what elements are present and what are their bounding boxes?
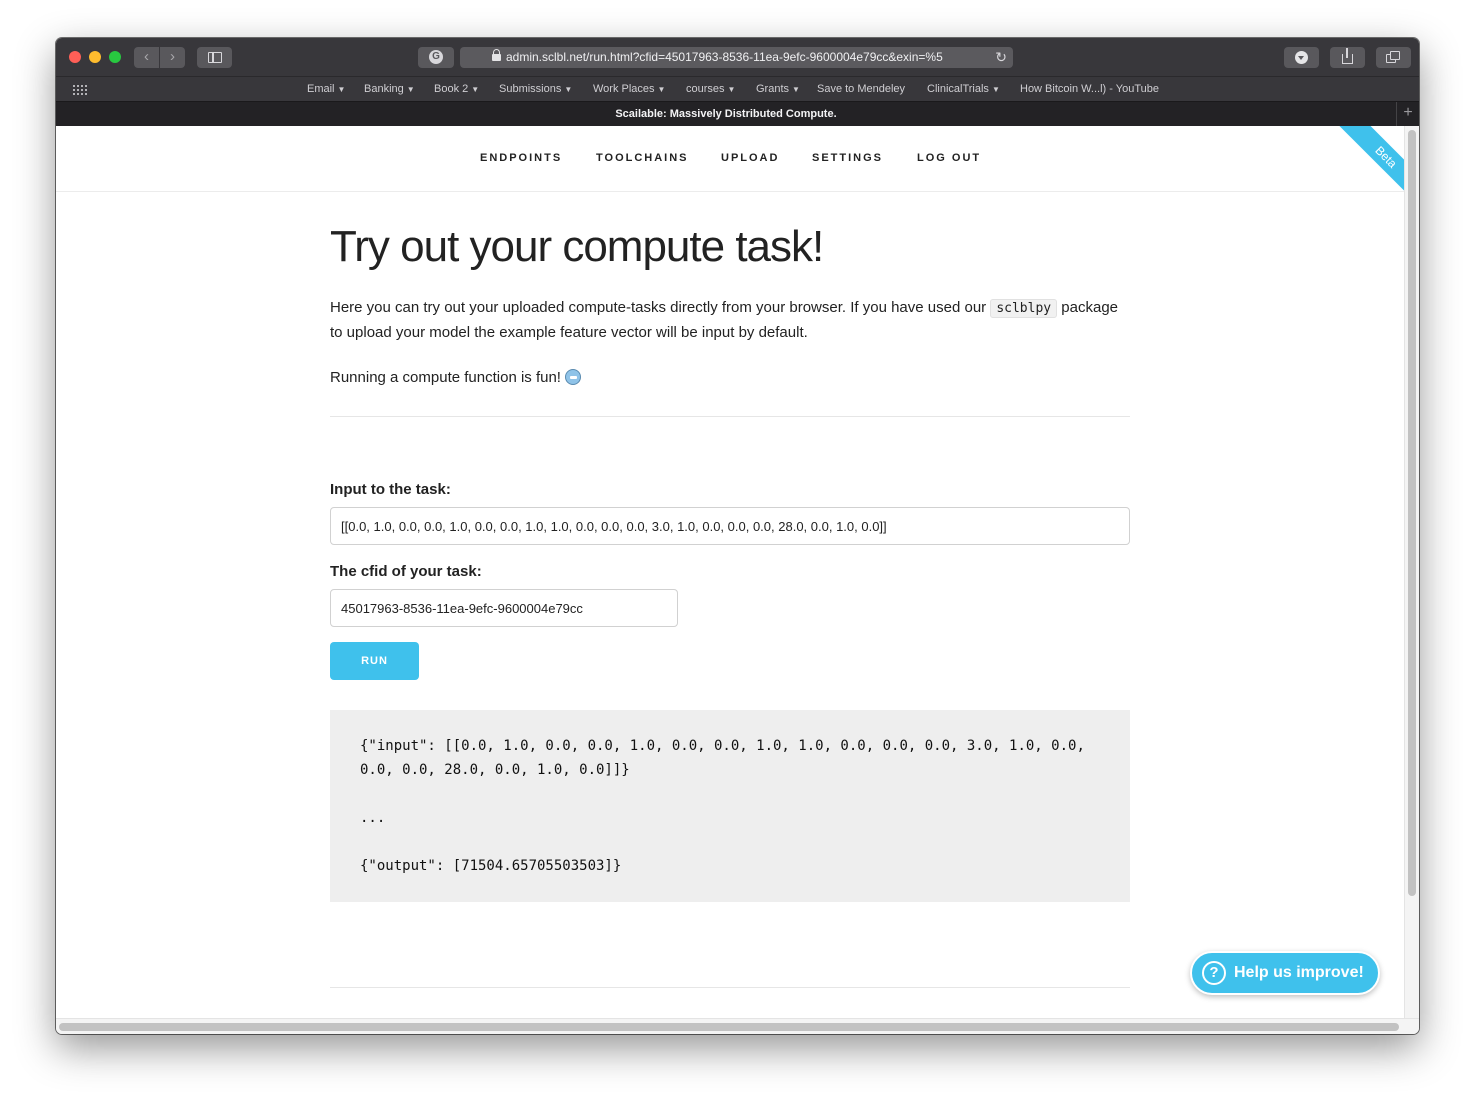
divider	[330, 416, 1130, 417]
favorite-clinicaltrials[interactable]: ClinicalTrials ▼	[927, 77, 1000, 102]
vertical-scroll-thumb[interactable]	[1408, 130, 1416, 896]
favorite-courses[interactable]: courses ▼	[686, 77, 735, 102]
robot-icon	[564, 369, 581, 385]
chevron-down-icon: ▼	[657, 85, 666, 94]
maximize-window-button[interactable]	[109, 51, 121, 63]
package-name-code: sclblpy	[990, 299, 1058, 318]
favorite-email[interactable]: Email ▼	[307, 77, 345, 102]
forward-button[interactable]: ›	[160, 47, 185, 68]
favorite-submissions[interactable]: Submissions ▼	[499, 77, 572, 102]
cfid-input-field[interactable]	[330, 589, 678, 627]
chevron-down-icon: ▼	[991, 85, 1000, 94]
grid-icon[interactable]	[72, 84, 87, 95]
horizontal-scroll-thumb[interactable]	[59, 1023, 1399, 1031]
favorite-save-to-mendeley[interactable]: Save to Mendeley	[817, 77, 905, 102]
url-text: admin.sclbl.net/run.html?cfid=45017963-8…	[506, 50, 943, 64]
help-label: Help us improve!	[1234, 964, 1364, 981]
new-tab-button[interactable]: +	[1396, 102, 1419, 126]
favorite-book-2[interactable]: Book 2 ▼	[434, 77, 479, 102]
share-button[interactable]	[1330, 47, 1365, 68]
grammarly-icon: G	[429, 50, 443, 64]
chevron-right-icon: ›	[170, 48, 175, 65]
favorite-grants[interactable]: Grants ▼	[756, 77, 800, 102]
run-button[interactable]: RUN	[330, 642, 419, 680]
output-result-line: {"output": [71504.65705503503]}	[360, 858, 622, 874]
browser-window: ‹ › G admin.sclbl.net/run.html?cfid=4501…	[56, 38, 1419, 1034]
vertical-scrollbar[interactable]	[1404, 126, 1419, 1018]
nav-toolchains[interactable]: TOOLCHAINS	[596, 152, 689, 164]
minimize-window-button[interactable]	[89, 51, 101, 63]
favorites-bar: Email ▼ Banking ▼ Book 2 ▼ Submissions ▼ Wor…	[56, 76, 1419, 101]
cfid-label: The cfid of your task:	[330, 563, 482, 580]
input-label: Input to the task:	[330, 481, 451, 498]
downloads-button[interactable]	[1284, 47, 1319, 68]
browser-toolbar: ‹ › G admin.sclbl.net/run.html?cfid=4501…	[56, 38, 1419, 76]
web-page: ENDPOINTS TOOLCHAINS UPLOAD SETTINGS LOG…	[56, 126, 1404, 1018]
output-panel: {"input": [[0.0, 1.0, 0.0, 0.0, 1.0, 0.0…	[330, 710, 1130, 902]
plus-icon: +	[1403, 104, 1413, 121]
nav-endpoints[interactable]: ENDPOINTS	[480, 152, 562, 164]
back-button[interactable]: ‹	[134, 47, 159, 68]
lock-icon	[492, 49, 501, 61]
chevron-down-icon: ▼	[727, 85, 736, 94]
chevron-down-icon: ▼	[471, 85, 480, 94]
site-navigation: ENDPOINTS TOOLCHAINS UPLOAD SETTINGS LOG…	[56, 126, 1404, 192]
sidebar-icon	[208, 52, 222, 63]
chevron-down-icon: ▼	[564, 85, 573, 94]
share-icon	[1342, 48, 1353, 64]
chevron-down-icon: ▼	[406, 85, 415, 94]
fun-text: Running a compute function is fun!	[330, 369, 581, 386]
reload-icon[interactable]: ↻	[995, 47, 1007, 68]
divider	[330, 987, 1130, 988]
tab-overview-button[interactable]	[1376, 47, 1411, 68]
page-title: Try out your compute task!	[330, 222, 824, 271]
favorite-work-places[interactable]: Work Places ▼	[593, 77, 665, 102]
address-bar[interactable]: admin.sclbl.net/run.html?cfid=45017963-8…	[460, 47, 1013, 68]
chevron-left-icon: ‹	[144, 48, 149, 65]
output-ellipsis: ...	[360, 810, 386, 826]
download-icon	[1295, 51, 1308, 64]
help-us-improve-button[interactable]: ? Help us improve!	[1190, 951, 1380, 995]
tab-bar: Scailable: Massively Distributed Compute…	[56, 101, 1419, 126]
task-input-field[interactable]	[330, 507, 1130, 545]
close-window-button[interactable]	[69, 51, 81, 63]
extension-button[interactable]: G	[418, 47, 454, 68]
chevron-down-icon: ▼	[792, 85, 800, 94]
sidebar-toggle-button[interactable]	[197, 47, 232, 68]
intro-paragraph: Here you can try out your uploaded compu…	[330, 299, 1119, 341]
active-tab[interactable]: Scailable: Massively Distributed Compute…	[56, 102, 1396, 126]
favorite-banking[interactable]: Banking ▼	[364, 77, 415, 102]
nav-log-out[interactable]: LOG OUT	[917, 152, 981, 164]
nav-settings[interactable]: SETTINGS	[812, 152, 883, 164]
chevron-down-icon: ▼	[337, 85, 346, 94]
output-input-line: {"input": [[0.0, 1.0, 0.0, 0.0, 1.0, 0.0…	[360, 738, 1094, 778]
nav-upload[interactable]: UPLOAD	[721, 152, 779, 164]
favorite-youtube[interactable]: How Bitcoin W...l) - YouTube	[1020, 77, 1159, 102]
horizontal-scrollbar[interactable]	[56, 1018, 1419, 1034]
question-icon: ?	[1202, 961, 1226, 985]
